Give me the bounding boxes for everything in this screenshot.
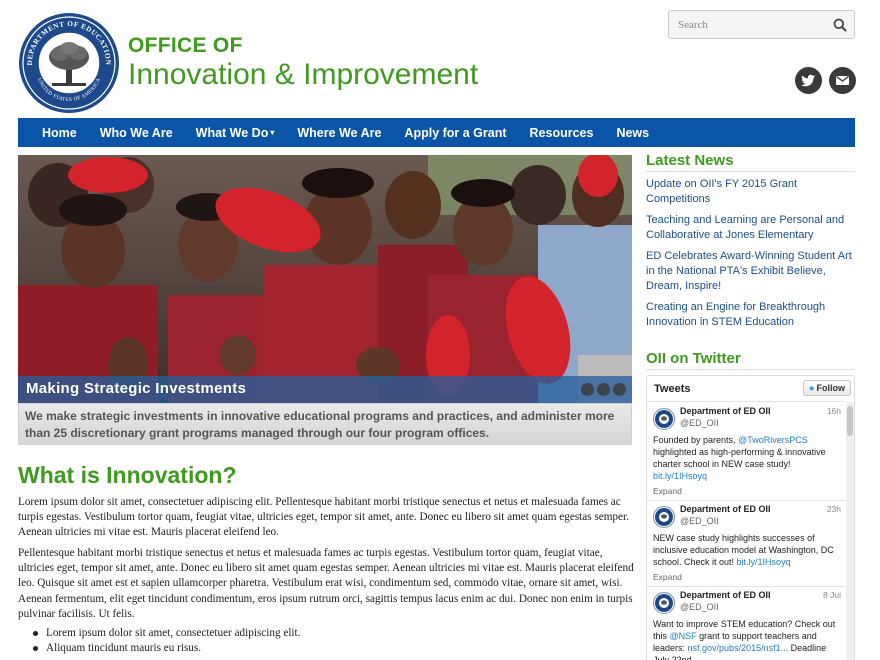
- twitter-heading: OII on Twitter: [646, 350, 741, 367]
- department-seal-logo[interactable]: DEPARTMENT OF EDUCATION UNITED STATES OF…: [18, 12, 120, 114]
- nav-home[interactable]: Home: [42, 126, 77, 140]
- nav-where-we-are-label: Where We Are: [297, 125, 382, 140]
- nav-apply-for-grant[interactable]: Apply for a Grant: [404, 126, 506, 140]
- tweet-author-name[interactable]: Department of ED OII: [680, 590, 771, 600]
- slide-dot-2[interactable]: [597, 383, 610, 396]
- nav-what-we-do[interactable]: What We Do ▾: [196, 126, 275, 140]
- tweet-timestamp[interactable]: 8 Jul: [823, 590, 841, 600]
- follow-button[interactable]: ● Follow: [803, 380, 851, 396]
- nav-where-we-are[interactable]: Where We Are: [297, 126, 381, 140]
- office-title-line1: OFFICE OF: [128, 34, 243, 57]
- seal-avatar-icon: [655, 410, 673, 428]
- search-input[interactable]: [669, 11, 829, 38]
- nav-who-we-are[interactable]: Who We Are: [100, 126, 173, 140]
- divider: [647, 500, 845, 501]
- hero-photo-students-cheering[interactable]: [18, 155, 632, 403]
- news-link-2[interactable]: Teaching and Learning are Personal and C…: [646, 213, 856, 243]
- slide-pager: [581, 383, 626, 396]
- search-box: [668, 10, 855, 39]
- tweet-author-name[interactable]: Department of ED OII: [680, 406, 771, 416]
- body-paragraph-1: Lorem ipsum dolor sit amet, consectetuer…: [18, 496, 629, 539]
- hero-caption-title: Making Strategic Investments: [26, 380, 247, 397]
- twitter-timeline-widget: Tweets ● Follow Department of ED OII @ED…: [646, 375, 855, 660]
- tweet-expand-link[interactable]: Expand: [653, 572, 682, 582]
- slide-dot-1[interactable]: [581, 383, 594, 396]
- nav-resources[interactable]: Resources: [530, 126, 594, 140]
- seal-avatar-icon: [655, 594, 673, 612]
- avatar[interactable]: [653, 506, 675, 528]
- tweet-item: Department of ED OII @ED_OII 23h NEW cas…: [647, 502, 845, 586]
- tweet-url-link[interactable]: nsf.gov/pubs/2015/nsf1...: [688, 643, 789, 653]
- tweets-title: Tweets: [654, 383, 691, 395]
- tweet-author-handle[interactable]: @ED_OII: [680, 516, 719, 526]
- tweet-text-part: Founded by parents,: [653, 435, 739, 445]
- seal-graphic: DEPARTMENT OF EDUCATION UNITED STATES OF…: [19, 13, 119, 113]
- divider: [646, 369, 855, 370]
- list-item: Lorem ipsum dolor sit amet, consectetuer…: [30, 626, 630, 641]
- hero-caption-bar: Making Strategic Investments: [18, 376, 632, 403]
- tweet-author-handle[interactable]: @ED_OII: [680, 602, 719, 612]
- divider: [647, 586, 845, 587]
- nav-news[interactable]: News: [616, 126, 649, 140]
- bullet-list: Lorem ipsum dolor sit amet, consectetuer…: [30, 626, 630, 656]
- email-button[interactable]: [829, 67, 856, 94]
- tweet-url-link[interactable]: bit.ly/1IHsoyq: [737, 557, 791, 567]
- news-link-1[interactable]: Update on OII's FY 2015 Grant Competitio…: [646, 177, 856, 207]
- hero-description-box: We make strategic investments in innovat…: [18, 403, 632, 445]
- search-icon[interactable]: [832, 17, 848, 33]
- tweet-item: Department of ED OII @ED_OII 16h Founded…: [647, 404, 845, 500]
- nav-who-we-are-label: Who We Are: [99, 125, 173, 140]
- tweet-mention-link[interactable]: @NSF: [670, 631, 697, 641]
- news-link-4[interactable]: Creating an Engine for Breakthrough Inno…: [646, 300, 856, 330]
- seal-avatar-icon: [655, 508, 673, 526]
- tweets-scrollbar[interactable]: [846, 402, 854, 660]
- nav-news-label: News: [616, 125, 650, 140]
- chevron-down-icon: ▾: [270, 127, 275, 137]
- twitter-bird-icon: ●: [809, 383, 815, 393]
- divider: [646, 171, 855, 172]
- follow-label: Follow: [816, 383, 845, 393]
- slide-dot-3[interactable]: [613, 383, 626, 396]
- avatar[interactable]: [653, 408, 675, 430]
- office-title-line2: Innovation & Improvement: [128, 58, 479, 91]
- tweet-text: Founded by parents, @TwoRiversPCS highli…: [653, 434, 839, 482]
- twitter-icon: [801, 74, 815, 87]
- news-link-3[interactable]: ED Celebrates Award-Winning Student Art …: [646, 249, 856, 294]
- page-heading: What is Innovation?: [18, 462, 237, 488]
- nav-resources-label: Resources: [529, 125, 594, 140]
- tweet-expand-link[interactable]: Expand: [653, 486, 682, 496]
- scrollbar-thumb[interactable]: [847, 406, 853, 436]
- tweet-timestamp[interactable]: 16h: [827, 406, 841, 416]
- tweet-timestamp[interactable]: 23h: [827, 504, 841, 514]
- hero-description: We make strategic investments in innovat…: [25, 409, 615, 440]
- tweet-text-part: highlighted as high-performing & innovat…: [653, 447, 826, 469]
- tweet-url-link[interactable]: bit.ly/1IHsoyq: [653, 471, 707, 481]
- main-nav: Home Who We Are What We Do ▾ Where We Are…: [18, 118, 855, 147]
- mail-icon: [836, 75, 849, 85]
- divider: [647, 401, 845, 402]
- tweet-author-name[interactable]: Department of ED OII: [680, 504, 771, 514]
- hero-slideshow: Making Strategic Investments We make str…: [18, 155, 632, 445]
- tweet-author-handle[interactable]: @ED_OII: [680, 418, 719, 428]
- office-title[interactable]: OFFICE OF Innovation & Improvement: [128, 34, 478, 92]
- body-paragraph-2: Pellentesque habitant morbi tristique se…: [18, 547, 634, 620]
- list-item: Aliquam tincidunt mauris eu risus.: [30, 641, 630, 656]
- tweet-mention-link[interactable]: @TwoRiversPCS: [738, 435, 808, 445]
- tweet-item: Department of ED OII @ED_OII 8 Jul Want …: [647, 588, 845, 660]
- latest-news-list: Update on OII's FY 2015 Grant Competitio…: [646, 177, 856, 336]
- avatar[interactable]: [653, 592, 675, 614]
- nav-what-we-do-label: What We Do: [195, 125, 269, 140]
- nav-home-label: Home: [42, 125, 77, 140]
- nav-apply-for-grant-label: Apply for a Grant: [404, 125, 507, 140]
- tweet-text: NEW case study highlights successes of i…: [653, 532, 839, 568]
- twitter-button[interactable]: [795, 67, 822, 94]
- latest-news-heading: Latest News: [646, 152, 734, 169]
- tweet-text: Want to improve STEM education? Check ou…: [653, 618, 839, 660]
